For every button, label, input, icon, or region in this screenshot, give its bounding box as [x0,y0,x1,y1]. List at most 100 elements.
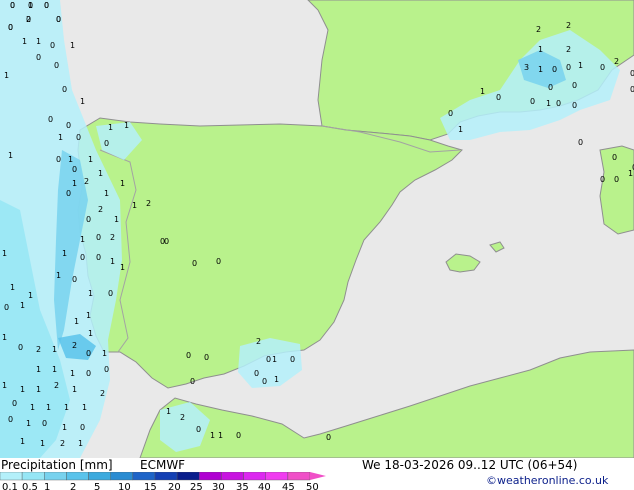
precip-value-label: 0 [548,83,553,92]
precip-value-label: 0 [42,419,47,428]
legend-swatch [110,472,133,481]
precip-value-label: 1 [80,235,85,244]
legend-tick-label: 20 [168,482,181,490]
legend-swatch [66,472,89,481]
precip-value-label: 1 [546,99,551,108]
precip-value-label: 1 [28,1,33,10]
precip-value-label: 1 [40,439,45,448]
precip-value-label: 1 [538,45,543,54]
precip-value-label: 3 [524,63,529,72]
precip-value-label: 0 [86,369,91,378]
precip-value-label: 2 [84,177,89,186]
precip-value-label: 0 [578,138,583,147]
valid-time-label: We 18-03-2026 09..12 UTC (06+54) [362,458,578,472]
precip-value-label: 2 [60,439,65,448]
precip-value-label: 0 [10,1,15,10]
precip-value-label: 1 [30,403,35,412]
precip-value-label: 1 [80,97,85,106]
precip-value-label: 0 [48,115,53,124]
precip-value-label: 1 [78,439,83,448]
precip-value-label: 2 [566,45,571,54]
precip-value-label: 0 [630,69,634,78]
precip-value-label: 2 [256,337,261,346]
legend-swatch [154,472,178,481]
precip-value-label: 0 [186,351,191,360]
precip-value-label: 0 [26,15,31,24]
precip-value-label: 0 [80,253,85,262]
precip-value-label: 1 [104,189,109,198]
precip-value-label: 0 [190,377,195,386]
precip-value-label: 0 [236,431,241,440]
precip-value-label: 1 [70,369,75,378]
legend-swatch [221,472,244,481]
precip-value-label: 0 [56,15,61,24]
precip-value-label: 1 [124,121,129,130]
precip-value-label: 1 [458,125,463,134]
precip-value-label: 1 [70,41,75,50]
precip-value-label: 1 [86,311,91,320]
precip-value-label: 1 [58,133,63,142]
precip-value-label: 2 [98,205,103,214]
precip-value-label: 1 [46,403,51,412]
precip-value-label: 1 [62,249,67,258]
model-label: ECMWF [140,458,186,472]
legend-tick-label: 5 [94,482,100,490]
precip-value-label: 0 [76,133,81,142]
precip-value-label: 1 [68,155,73,164]
precip-value-label: 0 [66,121,71,130]
precip-value-label: 0 [50,41,55,50]
precip-value-label: 0 [254,369,259,378]
legend-swatch [176,472,200,481]
precip-value-label: 0 [600,175,605,184]
precip-value-label: 2 [100,389,105,398]
legend-tick-label: 40 [258,482,271,490]
precip-value-label: 0 [600,63,605,72]
precip-value-label: 2 [614,57,619,66]
precip-value-label: 0 [216,257,221,266]
precip-value-label: 2 [54,381,59,390]
precip-value-label: 1 [36,385,41,394]
legend-swatch [243,472,266,481]
precip-value-label: 0 [18,343,23,352]
precip-value-label: 1 [20,385,25,394]
precip-value-label: 0 [630,85,634,94]
precip-value-label: 0 [204,353,209,362]
precip-value-label: 1 [28,291,33,300]
precip-value-label: 2 [72,341,77,350]
precip-value-label: 1 [56,271,61,280]
precip-value-label: 0 [552,65,557,74]
precip-value-label: 0 [448,109,453,118]
precip-value-label: 1 [20,437,25,446]
precip-value-label: 1 [88,155,93,164]
precip-value-label: 2 [536,25,541,34]
precip-value-label: 1 [72,385,77,394]
precip-value-label: 0 [104,139,109,148]
precip-value-label: 0 [530,97,535,106]
precip-value-label: 1 [110,257,115,266]
precip-value-label: 0 [44,1,49,10]
precip-value-label: 1 [8,151,13,160]
legend-tick-label: 10 [118,482,131,490]
precip-value-label: 1 [166,407,171,416]
precip-value-label: 0 [614,175,619,184]
precip-value-label: 1 [114,215,119,224]
precip-value-label: 1 [20,301,25,310]
precip-value-label: 1 [64,403,69,412]
precip-value-label: 1 [52,345,57,354]
precip-value-label: 0 [96,233,101,242]
legend-swatch [0,472,23,481]
title-label: Precipitation [mm] [1,458,113,472]
precip-value-label: 0 [86,349,91,358]
precip-value-label: 0 [104,365,109,374]
color-scale-legend: 0.1 0.5 1 2 5 10 15 20 25 30 35 40 45 50 [0,472,326,490]
legend-swatch [287,472,311,481]
precipitation-map: 0002001101001010010110110211101122010120… [0,0,634,458]
precip-value-label: 0 [72,165,77,174]
precip-value-label: 0 [108,289,113,298]
precip-value-label: 0 [54,61,59,70]
legend-tick-label: 50 [306,482,319,490]
precip-value-label: 2 [110,233,115,242]
precip-value-label: 0 [266,355,271,364]
precip-value-label: 0 [4,303,9,312]
precip-value-label: 0 [12,399,17,408]
